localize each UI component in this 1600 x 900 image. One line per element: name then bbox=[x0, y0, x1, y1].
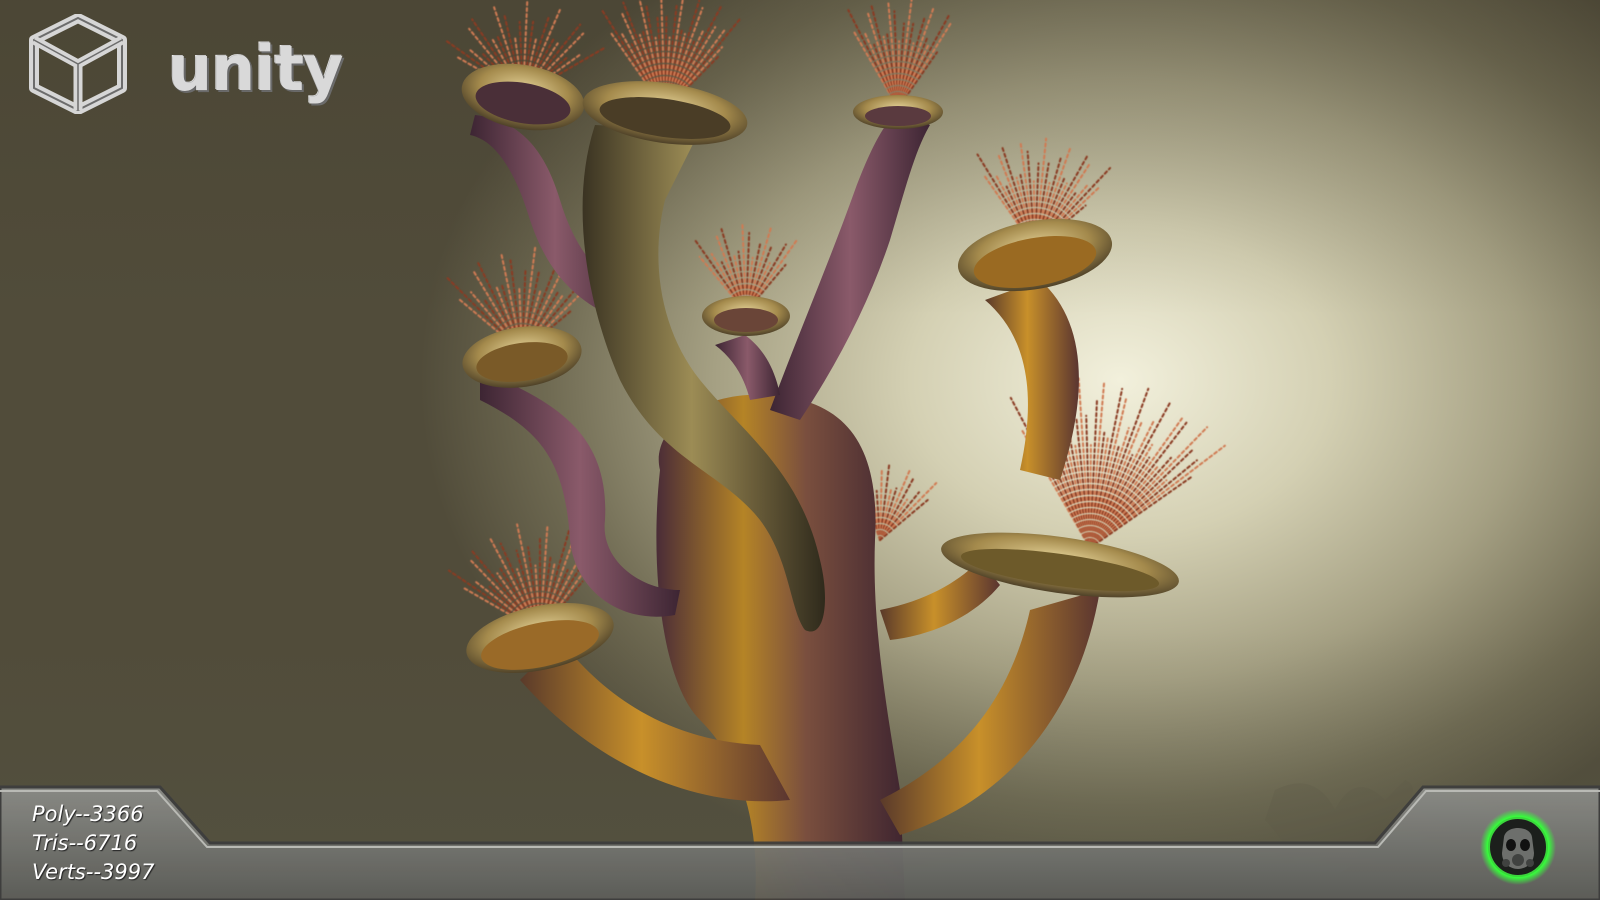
tris-count: Tris--6716 bbox=[32, 831, 138, 855]
unity-logo: unity bbox=[22, 13, 344, 115]
author-badge[interactable] bbox=[1478, 807, 1558, 887]
verts-count: Verts--3997 bbox=[32, 860, 155, 884]
gasmask-icon bbox=[1480, 809, 1556, 885]
poly-count: Poly--3366 bbox=[32, 802, 144, 826]
bristle bbox=[879, 467, 883, 541]
scene-viewport bbox=[0, 0, 1600, 900]
mesh-stats: Poly--3366 Tris--6716 Verts--3997 bbox=[32, 800, 154, 887]
plant-branch bbox=[985, 280, 1079, 480]
unity-cube-icon bbox=[29, 13, 127, 115]
bristle bbox=[897, 15, 950, 109]
plant-branch bbox=[770, 110, 930, 420]
plant-branch bbox=[715, 335, 780, 400]
plant-trunk bbox=[656, 394, 905, 900]
unity-logo-text: unity bbox=[168, 32, 344, 105]
